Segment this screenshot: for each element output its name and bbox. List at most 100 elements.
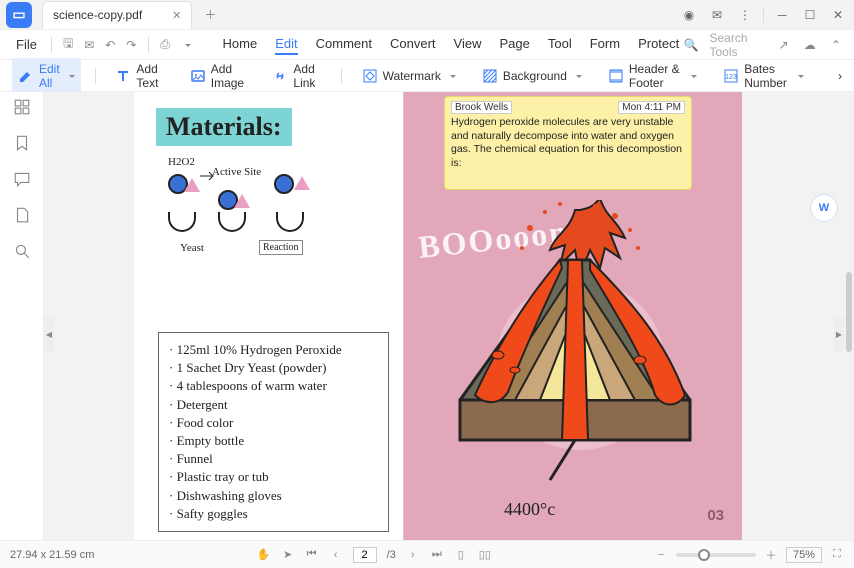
bookmark-icon[interactable]	[13, 134, 31, 152]
save-icon[interactable]: 🖫	[60, 35, 77, 55]
cloud-icon[interactable]: ☁	[802, 35, 818, 55]
undo-icon[interactable]: ↶	[102, 35, 119, 55]
header-footer-icon	[608, 68, 624, 84]
page-right: Brook Wells Mon 4:11 PM Hydrogen peroxid…	[404, 92, 742, 540]
thumbnails-icon[interactable]	[13, 98, 31, 116]
menu-page[interactable]: Page	[499, 34, 529, 55]
zoom-out-button[interactable]: −	[654, 549, 668, 561]
collapse-ribbon-icon[interactable]: ⌃	[828, 35, 844, 55]
background-icon	[482, 68, 498, 84]
single-page-icon[interactable]: ▯	[454, 548, 468, 561]
fit-screen-icon[interactable]: ⛶	[830, 548, 844, 561]
divider	[148, 37, 149, 53]
minimize-button[interactable]: ─	[772, 5, 792, 25]
header-footer-label: Header & Footer	[629, 62, 682, 90]
text-icon	[115, 68, 131, 84]
yeast-label: Yeast	[180, 242, 204, 254]
page-number: 03	[707, 507, 724, 524]
app-logo: ▭	[6, 2, 32, 28]
search-panel-icon[interactable]	[13, 242, 31, 260]
list-item: 1 Sachet Dry Yeast (powder)	[169, 359, 378, 377]
bates-icon: 123	[723, 68, 739, 84]
watermark-label: Watermark	[383, 69, 441, 83]
volcano-illustration	[430, 200, 720, 500]
add-text-button[interactable]: Add Text	[109, 58, 169, 94]
next-page-button[interactable]: ›	[406, 549, 420, 561]
add-text-label: Add Text	[136, 62, 163, 90]
watermark-icon	[362, 68, 378, 84]
reaction-diagram: H2O2 Active Site Yeast Reaction	[164, 162, 403, 282]
reaction-label: Reaction	[259, 240, 303, 255]
menu-view[interactable]: View	[454, 34, 482, 55]
image-icon	[190, 68, 206, 84]
list-item: Plastic tray or tub	[169, 468, 378, 486]
file-menu[interactable]: File	[10, 33, 43, 56]
left-panel-toggle[interactable]: ◀	[44, 316, 54, 352]
zoom-in-button[interactable]: ＋	[764, 547, 778, 563]
comment-body: Hydrogen peroxide molecules are very uns…	[451, 116, 685, 171]
maximize-button[interactable]: ☐	[800, 5, 820, 25]
new-tab-button[interactable]: ＋	[200, 5, 220, 25]
search-icon[interactable]: 🔍	[683, 35, 699, 55]
share-icon[interactable]: ↗	[775, 35, 791, 55]
page-input[interactable]	[353, 547, 377, 563]
last-page-button[interactable]: ⏭	[430, 548, 444, 561]
add-link-button[interactable]: Add Link	[266, 58, 327, 94]
zoom-value[interactable]: 75%	[786, 547, 822, 563]
scrollbar-thumb[interactable]	[846, 272, 852, 352]
page-total: /3	[387, 549, 396, 561]
first-page-button[interactable]: ⏮	[305, 548, 319, 561]
menu-protect[interactable]: Protect	[638, 34, 679, 55]
mail-icon[interactable]: ✉	[81, 35, 98, 55]
menu-form[interactable]: Form	[590, 34, 620, 55]
divider	[341, 68, 342, 84]
comment-panel-icon[interactable]	[13, 170, 31, 188]
add-link-label: Add Link	[293, 62, 321, 90]
list-item: Empty bottle	[169, 432, 378, 450]
menu-comment[interactable]: Comment	[316, 34, 372, 55]
zoom-slider[interactable]	[676, 553, 756, 557]
watermark-button[interactable]: Watermark	[356, 64, 462, 88]
active-site-label: Active Site	[212, 166, 261, 178]
edit-all-button[interactable]: Edit All	[12, 58, 81, 94]
divider	[95, 68, 96, 84]
add-image-button[interactable]: Add Image	[184, 58, 253, 94]
two-page-icon[interactable]: ▯▯	[478, 548, 492, 561]
menu-edit[interactable]: Edit	[275, 34, 297, 55]
toolbar-more-icon[interactable]: ›	[838, 69, 842, 83]
document-tab[interactable]: science-copy.pdf ✕	[42, 1, 192, 29]
list-item: Dishwashing gloves	[169, 487, 378, 505]
menu-home[interactable]: Home	[223, 34, 258, 55]
close-window-button[interactable]: ✕	[828, 5, 848, 25]
print-icon[interactable]: ⎙	[157, 35, 174, 55]
kebab-menu-icon[interactable]: ⋮	[735, 5, 755, 25]
right-panel-toggle[interactable]: ▶	[834, 316, 844, 352]
export-word-icon[interactable]: W	[810, 194, 838, 222]
background-button[interactable]: Background	[476, 64, 588, 88]
bates-number-button[interactable]: 123 Bates Number	[717, 58, 810, 94]
search-tools-input[interactable]: Search Tools	[709, 31, 765, 59]
header-footer-button[interactable]: Header & Footer	[602, 58, 703, 94]
edit-all-label: Edit All	[39, 62, 60, 90]
comment-annotation[interactable]: Brook Wells Mon 4:11 PM Hydrogen peroxid…	[444, 96, 692, 190]
tab-close-icon[interactable]: ✕	[172, 9, 181, 22]
list-item: 4 tablespoons of warm water	[169, 377, 378, 395]
list-item: Detergent	[169, 396, 378, 414]
h2o2-label: H2O2	[168, 156, 195, 168]
redo-icon[interactable]: ↷	[123, 35, 140, 55]
account-icon[interactable]: ◉	[679, 5, 699, 25]
select-tool-icon[interactable]: ➤	[281, 548, 295, 561]
bates-label: Bates Number	[744, 62, 789, 90]
zoom-slider-thumb[interactable]	[698, 549, 710, 561]
menu-tool[interactable]: Tool	[548, 34, 572, 55]
menu-convert[interactable]: Convert	[390, 34, 436, 55]
list-item: 125ml 10% Hydrogen Peroxide	[169, 341, 378, 359]
divider	[763, 7, 764, 23]
notification-icon[interactable]: ✉	[707, 5, 727, 25]
comment-user: Brook Wells	[451, 101, 512, 114]
hand-tool-icon[interactable]: ✋	[257, 548, 271, 561]
attachment-icon[interactable]	[13, 206, 31, 224]
prev-page-button[interactable]: ‹	[329, 549, 343, 561]
edit-icon	[18, 68, 34, 84]
print-dropdown[interactable]	[178, 35, 195, 55]
